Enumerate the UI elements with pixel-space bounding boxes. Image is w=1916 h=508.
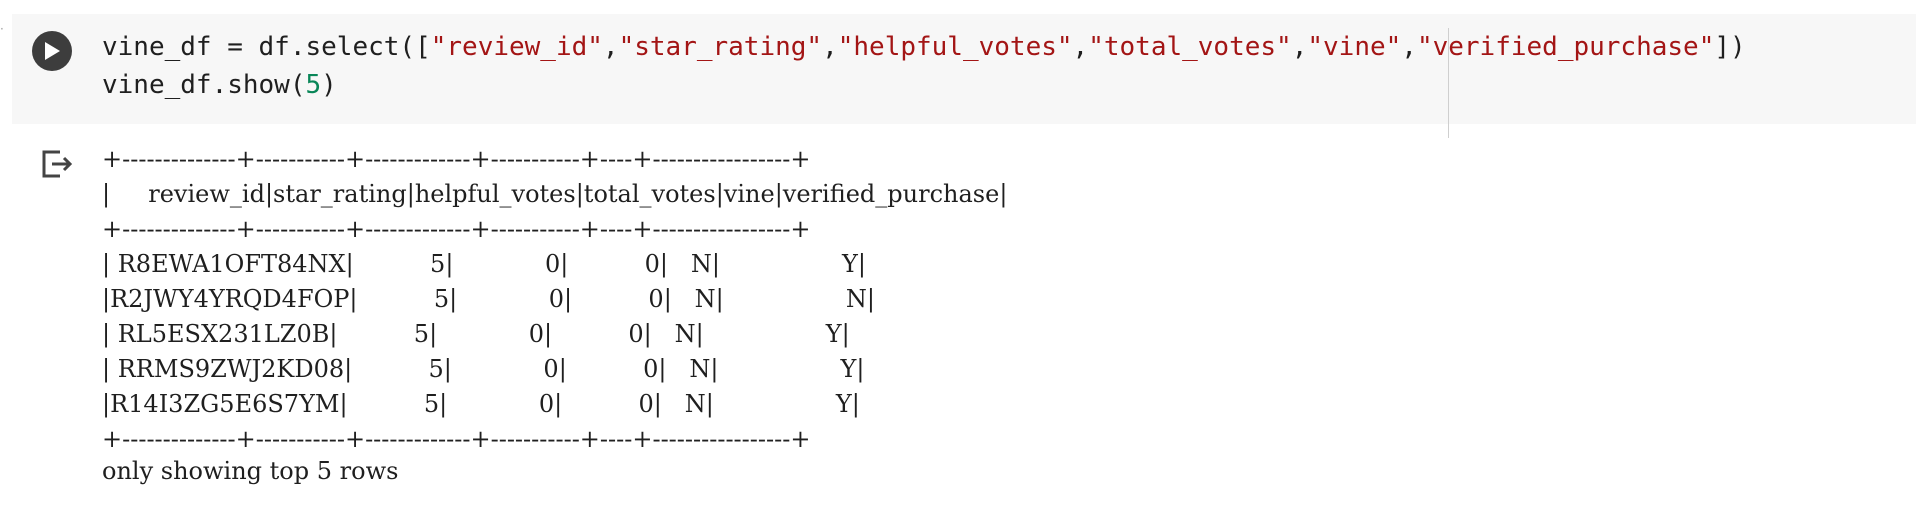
code-token: "helpful_votes" xyxy=(837,32,1073,62)
table-cell: Y xyxy=(825,320,842,348)
table-cell: 0 xyxy=(638,390,654,418)
column-header: vine xyxy=(723,180,775,208)
table-header-row: | review_id|star_rating|helpful_votes|to… xyxy=(102,180,1008,208)
column-header: total_votes xyxy=(583,180,716,208)
table-row: |R14I3ZG5E6S7YM| 5| 0| 0| N| Y| xyxy=(102,390,860,418)
table-cell: N xyxy=(845,285,867,313)
table-cell: N xyxy=(674,320,696,348)
table-row: | RL5ESX231LZ0B| 5| 0| 0| N| Y| xyxy=(102,320,850,348)
text-cursor xyxy=(1448,28,1449,138)
table-cell: N xyxy=(694,285,716,313)
cell-output: +--------------+-----------+------------… xyxy=(102,142,1007,457)
table-cell: 5 xyxy=(423,390,440,418)
table-cell: 5 xyxy=(428,355,444,383)
column-header: helpful_votes xyxy=(414,180,576,208)
code-token: , xyxy=(822,32,838,62)
table-row: | RRMS9ZWJ2KD08| 5| 0| 0| N| Y| xyxy=(102,355,865,383)
code-line: vine_df = df.select(["review_id","star_r… xyxy=(102,28,1746,66)
table-cell: R14I3ZG5E6S7YM xyxy=(110,390,340,418)
table-cell: 5 xyxy=(430,250,446,278)
code-token: , xyxy=(602,32,619,62)
code-token: "vine" xyxy=(1307,32,1402,62)
play-icon xyxy=(45,42,60,60)
code-token: ]) xyxy=(1714,32,1746,62)
code-token: "total_votes" xyxy=(1088,32,1292,62)
column-header: review_id xyxy=(148,180,265,208)
table-cell: 0 xyxy=(528,320,544,348)
table-cell: Y xyxy=(835,390,852,418)
run-cell-button[interactable] xyxy=(32,31,72,71)
code-token: , xyxy=(1401,32,1417,62)
code-token: "review_id" xyxy=(430,32,603,62)
code-token: 5 xyxy=(305,70,322,100)
table-cell: 0 xyxy=(543,355,559,383)
table-cell: 0 xyxy=(628,320,644,348)
table-cell: R8EWA1OFT84NX xyxy=(117,250,346,278)
table-cell: 5 xyxy=(433,285,450,313)
cell-focus-mark: · xyxy=(0,22,4,36)
code-token: vine_df.show( xyxy=(102,70,306,100)
output-redirect-icon[interactable] xyxy=(40,148,74,180)
table-border: +--------------+-----------+------------… xyxy=(102,425,811,453)
code-token: "verified_purchase" xyxy=(1416,32,1715,62)
table-border: +--------------+-----------+------------… xyxy=(102,145,811,173)
table-row: |R2JWY4YRQD4FOP| 5| 0| 0| N| N| xyxy=(102,285,875,313)
table-cell: R2JWY4YRQD4FOP xyxy=(110,285,350,313)
code-token: vine_df = df.select([ xyxy=(102,32,431,62)
code-token: , xyxy=(1291,32,1308,62)
code-token: , xyxy=(1072,32,1089,62)
table-cell: N xyxy=(690,250,712,278)
table-cell: RRMS9ZWJ2KD08 xyxy=(117,355,345,383)
table-row: | R8EWA1OFT84NX| 5| 0| 0| N| Y| xyxy=(102,250,866,278)
table-cell: N xyxy=(689,355,711,383)
table-cell: 5 xyxy=(413,320,430,348)
column-header: star_rating xyxy=(273,180,407,208)
table-cell: N xyxy=(684,390,706,418)
table-cell: 0 xyxy=(644,250,660,278)
table-border: +--------------+-----------+------------… xyxy=(102,215,811,243)
table-cell: 0 xyxy=(548,285,565,313)
table-cell: Y xyxy=(842,250,858,278)
table-cell: 0 xyxy=(648,285,664,313)
code-cell[interactable]: vine_df = df.select(["review_id","star_r… xyxy=(12,14,1916,138)
table-cell: 0 xyxy=(544,250,561,278)
table-cell: 0 xyxy=(643,355,659,383)
code-token: "star_rating" xyxy=(618,32,823,62)
output-footer: only showing top 5 rows xyxy=(102,457,399,485)
table-cell: 0 xyxy=(538,390,555,418)
code-editor[interactable]: vine_df = df.select(["review_id","star_r… xyxy=(102,28,1746,104)
table-cell: RL5ESX231LZ0B xyxy=(117,320,330,348)
code-token: ) xyxy=(321,70,337,100)
table-cell: Y xyxy=(840,355,857,383)
column-header: verified_purchase xyxy=(782,180,1000,208)
code-line: vine_df.show(5) xyxy=(102,66,1746,104)
